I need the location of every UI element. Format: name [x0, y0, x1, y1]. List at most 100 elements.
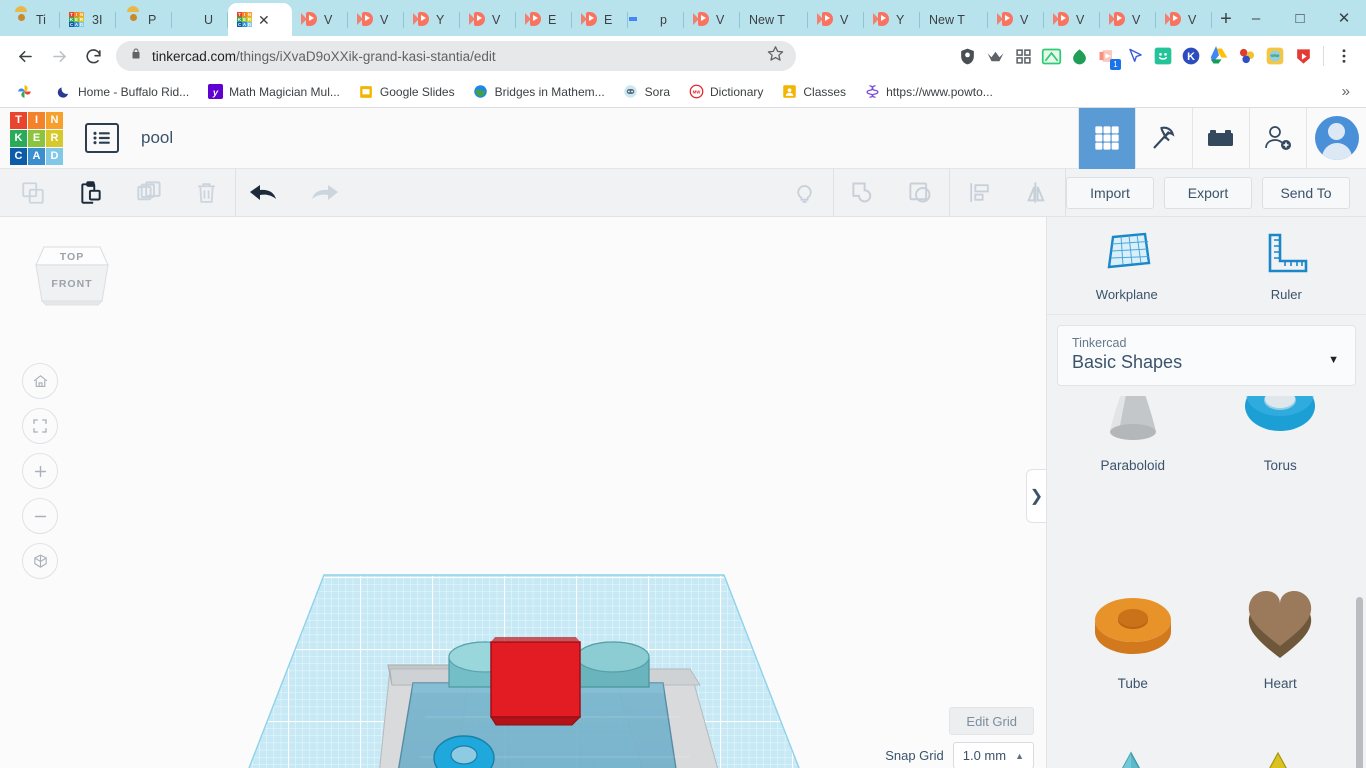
new-tab-button[interactable]: +	[1218, 5, 1234, 33]
snap-grid-select[interactable]: 1.0 mm ▲	[952, 742, 1034, 768]
bookmark-item[interactable]: Sora	[615, 80, 678, 104]
shield-badge-icon[interactable]	[955, 44, 979, 68]
green-drop-icon[interactable]	[1067, 44, 1091, 68]
bookmark-item[interactable]: MW Dictionary	[680, 80, 771, 104]
add-person-icon[interactable]	[1249, 107, 1306, 169]
bookmarks-overflow-button[interactable]: »	[1334, 83, 1358, 100]
browser-tab-active[interactable]: TINKERCAD ✕	[228, 3, 292, 36]
send-to-button[interactable]: Send To	[1262, 176, 1350, 209]
browser-tab[interactable]: V	[460, 3, 516, 36]
browser-tab[interactable]: Ti	[4, 3, 60, 36]
shape-library-select[interactable]: Tinkercad Basic Shapes ▼	[1057, 325, 1356, 386]
ortho-perspective-icon[interactable]	[22, 543, 58, 579]
page-title[interactable]: pool	[141, 128, 173, 148]
browser-tab[interactable]: V	[684, 3, 740, 36]
copy-icon[interactable]	[4, 169, 62, 216]
zoom-in-icon[interactable]	[22, 453, 58, 489]
shape-item-star-teal[interactable]	[1059, 726, 1207, 768]
browser-tab[interactable]: V	[988, 3, 1044, 36]
tab-title: U	[204, 12, 214, 27]
lego-brick-icon[interactable]	[1192, 107, 1249, 169]
blocks-grid-icon[interactable]	[1078, 107, 1135, 169]
avatar[interactable]	[1306, 107, 1366, 169]
close-icon[interactable]: ✕	[258, 13, 270, 27]
browser-tab[interactable]: Y	[864, 3, 920, 36]
redo-icon[interactable]	[294, 169, 352, 216]
maximize-button[interactable]: □	[1278, 4, 1322, 32]
bookmark-item[interactable]	[8, 80, 46, 104]
minimize-button[interactable]: –	[1234, 4, 1278, 32]
close-window-button[interactable]: ✕	[1322, 4, 1366, 32]
three-dot-menu-icon[interactable]	[1332, 44, 1356, 68]
project-list-icon[interactable]	[85, 123, 119, 153]
shape-item-paraboloid[interactable]: Paraboloid	[1059, 396, 1207, 564]
smiley-chat-icon[interactable]	[1151, 44, 1175, 68]
browser-tab[interactable]: p	[628, 3, 684, 36]
bookmark-item[interactable]: Home - Buffalo Rid...	[48, 80, 197, 104]
shape-item-torus[interactable]: Torus	[1207, 396, 1355, 564]
google-drive-icon[interactable]	[1207, 44, 1231, 68]
browser-tab[interactable]: V	[1044, 3, 1100, 36]
browser-tab[interactable]: Y	[404, 3, 460, 36]
browser-tab[interactable]: P	[116, 3, 172, 36]
bookmark-item[interactable]: y Math Magician Mul...	[199, 80, 348, 104]
browser-tab[interactable]: TINKERCAD 3I	[60, 3, 116, 36]
duplicate-icon[interactable]	[120, 169, 178, 216]
browser-tab[interactable]: V	[292, 3, 348, 36]
origami-bird-icon[interactable]	[983, 44, 1007, 68]
reload-button[interactable]	[76, 39, 110, 73]
grid-apps-icon[interactable]	[1011, 44, 1035, 68]
view-cube[interactable]: TOP FRONT	[30, 239, 114, 319]
group-icon[interactable]	[834, 169, 892, 216]
browser-tab[interactable]: E	[516, 3, 572, 36]
bookmark-item[interactable]: https://www.powto...	[856, 80, 1001, 104]
sora-robot-icon	[623, 84, 639, 100]
omnibox[interactable]: tinkercad.com/things/iXvaD9oXXik-grand-k…	[116, 41, 796, 71]
undo-icon[interactable]	[236, 169, 294, 216]
back-button[interactable]	[8, 39, 42, 73]
browser-tab[interactable]: E	[572, 3, 628, 36]
browser-tab[interactable]: V	[808, 3, 864, 36]
paste-icon[interactable]	[62, 169, 120, 216]
browser-tab[interactable]: V	[1156, 3, 1212, 36]
shape-item-heart[interactable]: Heart	[1207, 564, 1355, 726]
align-icon[interactable]	[950, 169, 1008, 216]
ruler-tool[interactable]: Ruler	[1207, 225, 1366, 310]
delete-trash-icon[interactable]	[178, 169, 236, 216]
browser-tab[interactable]: New T	[740, 3, 808, 36]
green-arch-icon[interactable]	[1039, 44, 1063, 68]
workspace: Workplane	[0, 217, 1366, 768]
tinkercad-logo[interactable]: T I N K E R C A D	[10, 111, 63, 165]
molecule-icon[interactable]	[1235, 44, 1259, 68]
pickaxe-minecraft-icon[interactable]	[1135, 107, 1192, 169]
browser-tab[interactable]: V	[348, 3, 404, 36]
fit-all-icon[interactable]	[22, 408, 58, 444]
browser-tab[interactable]: New T	[920, 3, 988, 36]
shapes-scrollbar[interactable]	[1356, 597, 1363, 768]
home-view-icon[interactable]	[22, 363, 58, 399]
collapse-panel-button[interactable]: ❯	[1026, 469, 1046, 523]
bookmark-star-icon[interactable]	[767, 45, 784, 67]
shape-item-tube[interactable]: Tube	[1059, 564, 1207, 726]
workplane-tool[interactable]: Workplane	[1047, 225, 1207, 310]
import-button[interactable]: Import	[1066, 176, 1154, 209]
export-button[interactable]: Export	[1164, 176, 1252, 209]
bookmark-item[interactable]: Classes	[773, 80, 854, 104]
mirror-icon[interactable]	[1008, 169, 1066, 216]
red-shield-play-icon[interactable]	[1291, 44, 1315, 68]
forward-button[interactable]	[42, 39, 76, 73]
yellow-globe-icon[interactable]	[1263, 44, 1287, 68]
screencast-badge-icon[interactable]: 1	[1095, 44, 1121, 70]
browser-tab[interactable]: U	[172, 3, 228, 36]
shape-item-star-yellow[interactable]	[1207, 726, 1355, 768]
zoom-out-icon[interactable]	[22, 498, 58, 534]
ungroup-icon[interactable]	[892, 169, 950, 216]
bookmark-item[interactable]: Bridges in Mathem...	[465, 80, 613, 104]
cursor-arrow-icon[interactable]	[1123, 44, 1147, 68]
lightbulb-notes-icon[interactable]	[776, 169, 834, 216]
kahoot-k-icon[interactable]: K	[1179, 44, 1203, 68]
browser-tab[interactable]: V	[1100, 3, 1156, 36]
3d-canvas[interactable]: Workplane	[0, 217, 1046, 768]
edit-grid-button[interactable]: Edit Grid	[949, 707, 1034, 735]
bookmark-item[interactable]: Google Slides	[350, 80, 463, 104]
